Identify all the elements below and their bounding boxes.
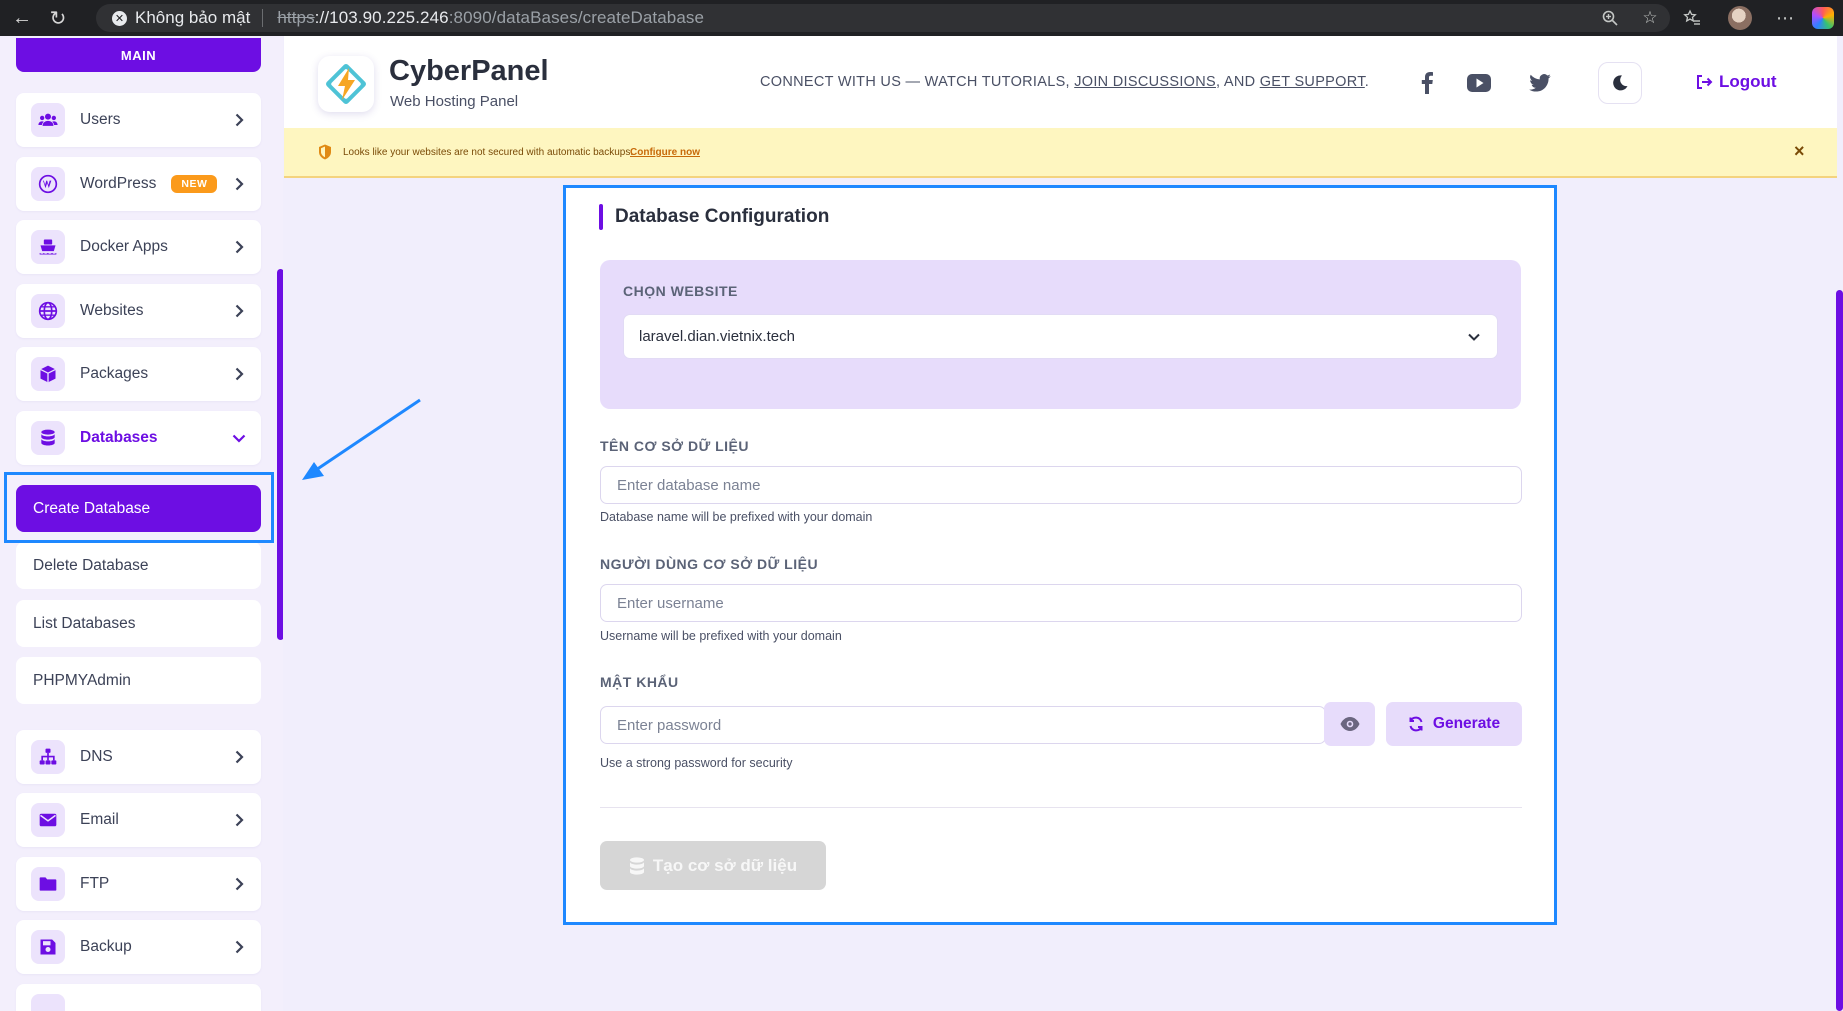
chevron-right-icon xyxy=(231,812,247,828)
sidebar-item-label: WordPress xyxy=(80,175,157,192)
connect-prefix: CONNECT WITH US — WATCH TUTORIALS, xyxy=(760,74,1075,90)
wordpress-icon xyxy=(31,167,65,201)
url-text[interactable]: https://103.90.225.246:8090/dataBases/cr… xyxy=(277,8,704,28)
sidebar-item-partial[interactable] xyxy=(16,984,261,1011)
copilot-icon[interactable] xyxy=(1812,7,1834,29)
chevron-right-icon xyxy=(231,366,247,382)
sidebar-item-email[interactable]: Email xyxy=(16,793,261,847)
backup-warning-bar: Looks like your websites are not secured… xyxy=(284,128,1837,178)
folder-icon xyxy=(31,867,65,901)
chevron-right-icon xyxy=(231,239,247,255)
sitemap-icon xyxy=(31,740,65,774)
warning-text: Looks like your websites are not secured… xyxy=(343,147,634,158)
sidebar-item-label: DNS xyxy=(80,748,113,765)
close-warning-button[interactable]: × xyxy=(1794,141,1805,162)
sidebar-item-label: FTP xyxy=(80,875,110,892)
youtube-icon[interactable] xyxy=(1466,70,1492,96)
sidebar-subitem-phpmyadmin[interactable]: PHPMYAdmin xyxy=(16,657,261,704)
annotation-highlight-form xyxy=(563,185,1557,925)
users-icon xyxy=(31,103,65,137)
get-support-link[interactable]: GET SUPPORT xyxy=(1260,74,1365,90)
configure-now-link[interactable]: Configure now xyxy=(630,147,700,158)
sidebar-subitem-list-databases[interactable]: List Databases xyxy=(16,600,261,647)
sidebar-item-label: Backup xyxy=(80,938,132,955)
url-separator xyxy=(262,9,264,27)
favorites-icon[interactable] xyxy=(1680,6,1704,30)
sidebar-item-label: Users xyxy=(80,111,121,128)
star-icon[interactable]: ☆ xyxy=(1639,7,1661,29)
logout-button[interactable]: Logout xyxy=(1695,72,1777,92)
browser-toolbar: ← ↻ ✕ Không bảo mật https://103.90.225.2… xyxy=(0,0,1843,36)
sidebar-item-users[interactable]: Users xyxy=(16,93,261,147)
sidebar-item-docker-apps[interactable]: Docker Apps xyxy=(16,220,261,274)
join-discussions-link[interactable]: JOIN DISCUSSIONS xyxy=(1074,74,1216,90)
address-bar[interactable]: ✕ Không bảo mật https://103.90.225.246:8… xyxy=(96,4,1670,32)
sidebar-item-dns[interactable]: DNS xyxy=(16,730,261,784)
brand-name: CyberPanel xyxy=(389,55,549,87)
sidebar-item-databases[interactable]: Databases xyxy=(16,411,261,465)
sidebar-item-ftp[interactable]: FTP xyxy=(16,857,261,911)
back-icon[interactable]: ← xyxy=(4,0,40,36)
profile-avatar[interactable] xyxy=(1728,6,1752,30)
sidebar-item-label: Websites xyxy=(80,302,144,319)
menu-item-icon xyxy=(31,994,65,1011)
shield-icon xyxy=(319,144,331,160)
logout-icon xyxy=(1697,75,1713,89)
connect-text: CONNECT WITH US — WATCH TUTORIALS, JOIN … xyxy=(760,74,1369,90)
sidebar-section-main: MAIN xyxy=(16,38,261,72)
brand-subtitle: Web Hosting Panel xyxy=(390,93,519,110)
sidebar-scrollbar[interactable] xyxy=(277,269,283,640)
reload-icon[interactable]: ↻ xyxy=(40,0,76,36)
save-icon xyxy=(31,930,65,964)
chevron-right-icon xyxy=(231,303,247,319)
moon-icon xyxy=(1613,75,1628,91)
connect-mid: , AND xyxy=(1215,74,1260,90)
chevron-right-icon xyxy=(231,112,247,128)
security-label: Không bảo mật xyxy=(135,8,251,27)
sidebar-item-packages[interactable]: Packages xyxy=(16,347,261,401)
sidebar-item-label: Packages xyxy=(80,365,149,382)
envelope-icon xyxy=(31,803,65,837)
facebook-icon[interactable] xyxy=(1414,70,1440,96)
chevron-right-icon xyxy=(231,939,247,955)
logout-label: Logout xyxy=(1719,72,1777,91)
chevron-down-icon xyxy=(231,430,247,446)
database-icon xyxy=(31,421,65,455)
new-badge: NEW xyxy=(171,175,218,193)
zoom-icon[interactable] xyxy=(1599,7,1621,29)
cyberpanel-logo[interactable] xyxy=(318,56,374,112)
annotation-arrow xyxy=(302,398,421,480)
connect-suffix: . xyxy=(1364,74,1370,90)
sidebar-item-label: Databases xyxy=(80,429,158,446)
sidebar-item-label: Docker Apps xyxy=(80,238,168,255)
url-path: /dataBases/createDatabase xyxy=(491,8,705,27)
globe-icon xyxy=(31,294,65,328)
url-scheme: https xyxy=(277,8,315,27)
sidebar-subitem-delete-database[interactable]: Delete Database xyxy=(16,542,261,589)
sidebar-item-websites[interactable]: Websites xyxy=(16,284,261,338)
sidebar-item-backup[interactable]: Backup xyxy=(16,920,261,974)
dark-mode-toggle[interactable] xyxy=(1598,62,1642,104)
security-chip[interactable]: ✕ Không bảo mật xyxy=(96,4,262,32)
twitter-icon[interactable] xyxy=(1527,70,1553,96)
sidebar-item-wordpress[interactable]: WordPress NEW xyxy=(16,157,261,211)
chevron-right-icon xyxy=(231,176,247,192)
annotation-highlight-create-database xyxy=(4,472,274,543)
top-header: CyberPanel Web Hosting Panel CONNECT WIT… xyxy=(284,36,1837,128)
url-port: :8090 xyxy=(448,8,492,27)
chevron-right-icon xyxy=(231,876,247,892)
main-scrollbar[interactable] xyxy=(1836,290,1843,1011)
not-secure-icon: ✕ xyxy=(112,10,127,26)
url-host: ://103.90.225.246 xyxy=(314,8,449,27)
sidebar-item-label: Email xyxy=(80,811,119,828)
box-icon xyxy=(31,357,65,391)
docker-icon xyxy=(31,230,65,264)
more-menu-icon[interactable]: ⋯ xyxy=(1773,6,1797,30)
chevron-right-icon xyxy=(231,749,247,765)
